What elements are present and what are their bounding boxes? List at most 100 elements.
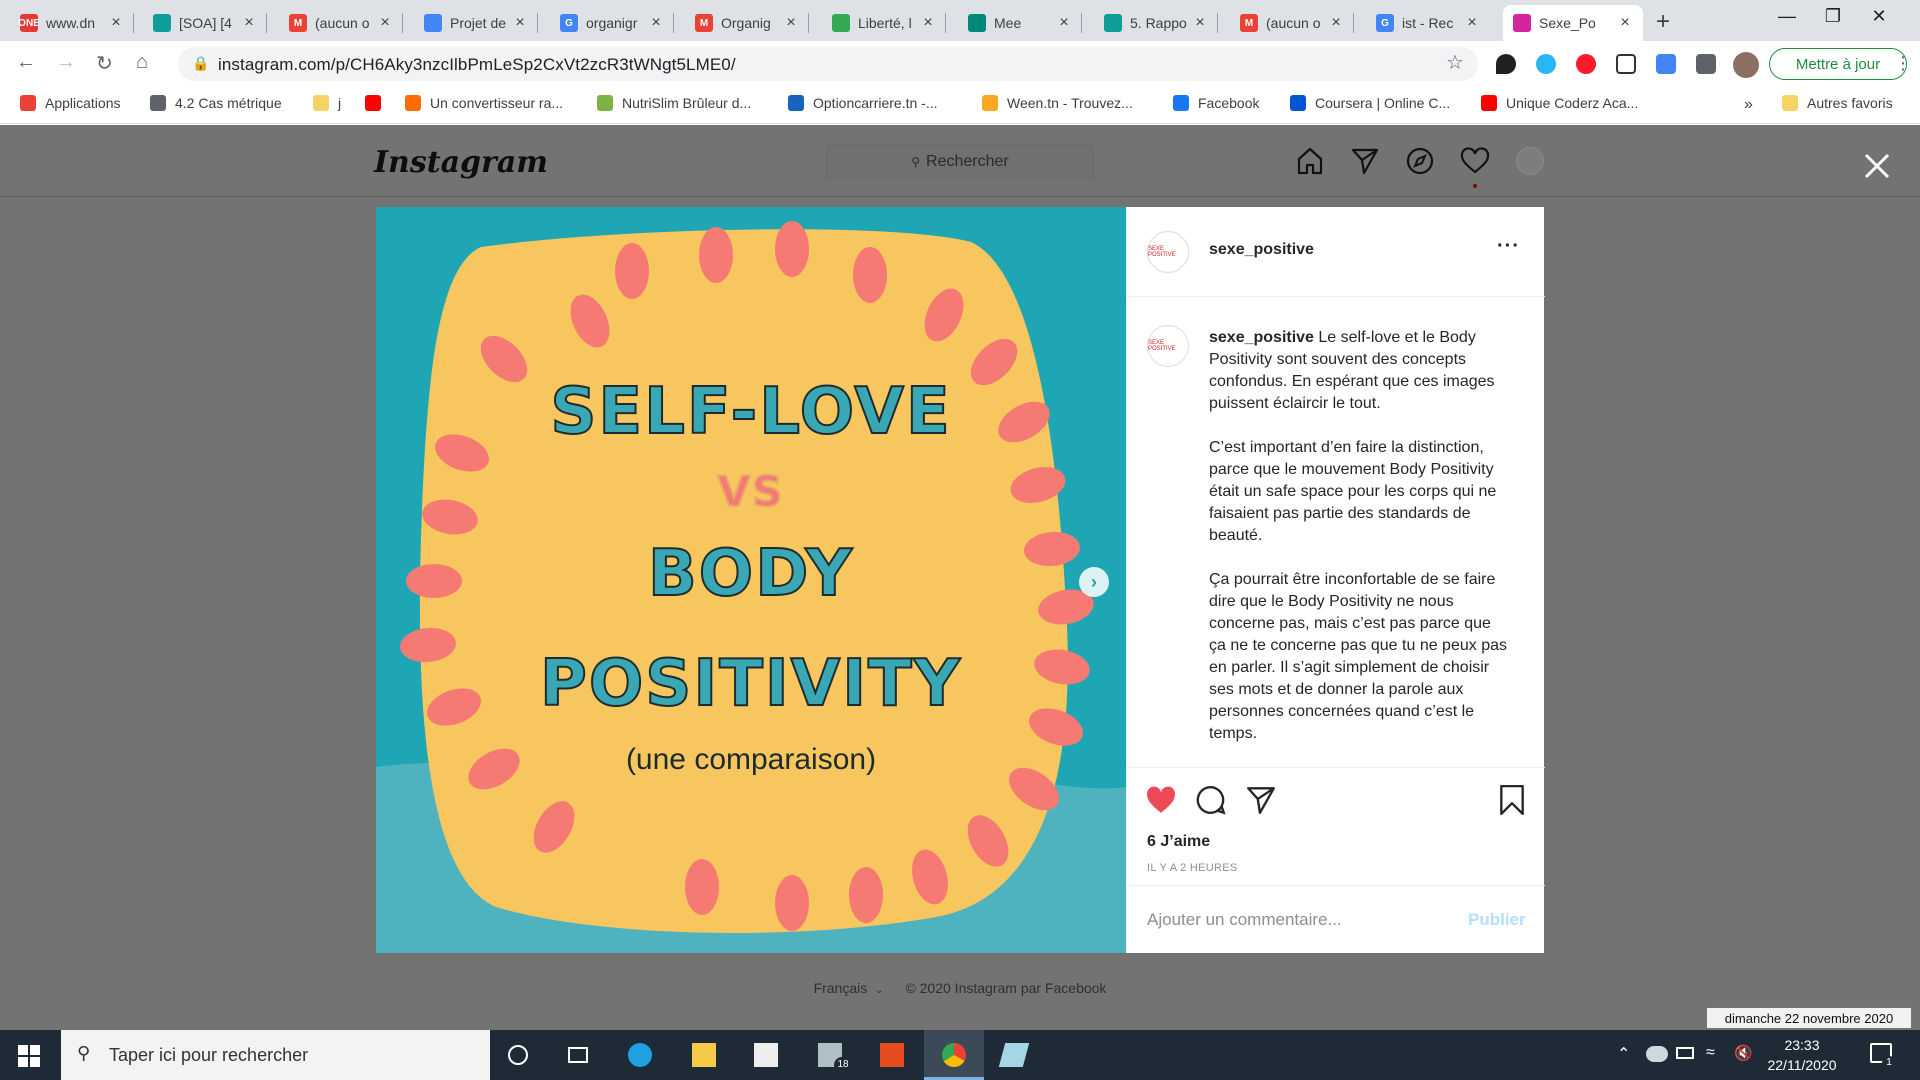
new-tab-button[interactable]: +	[1656, 8, 1670, 36]
tab-close-icon[interactable]: ×	[1056, 14, 1072, 32]
tab-close-icon[interactable]: ×	[1192, 14, 1208, 32]
search-input[interactable]: ⚲ Rechercher	[826, 144, 1094, 180]
more-bookmarks-button[interactable]: »	[1744, 96, 1753, 114]
browser-tab[interactable]: Sexe_Po ×	[1503, 5, 1643, 41]
chrome-menu-icon[interactable]: ⋮	[1894, 53, 1912, 74]
browser-tab[interactable]: 5. Rappo ×	[1094, 5, 1218, 41]
bookmark-item[interactable]: Ween.tn - Trouvez...	[982, 95, 1133, 111]
browser-tab[interactable]: Gorganigr ×	[550, 5, 674, 41]
battery-icon[interactable]	[1676, 1047, 1694, 1059]
google-translate-icon[interactable]	[1656, 54, 1676, 74]
browser-tab[interactable]: Mee ×	[958, 5, 1082, 41]
save-bookmark-icon[interactable]	[1497, 784, 1527, 816]
tab-close-icon[interactable]: ×	[648, 14, 664, 32]
next-image-arrow-icon[interactable]: ›	[1079, 567, 1109, 597]
browser-tab[interactable]: Liberté, l ×	[822, 5, 946, 41]
url-text[interactable]: instagram.com/p/CH6Aky3nzcIlbPmLeSp2CxVt…	[218, 55, 736, 75]
post-title-vs: VS	[717, 466, 785, 517]
tab-close-icon[interactable]: ×	[920, 14, 936, 32]
cortana-icon[interactable]	[508, 1045, 528, 1065]
instagram-logo[interactable]: Instagram	[374, 145, 548, 180]
reload-icon[interactable]: ↻	[96, 51, 113, 76]
browser-tab[interactable]: ONE www.dn ×	[10, 5, 134, 41]
bookmark-label: Applications	[45, 95, 121, 111]
task-view-icon[interactable]	[568, 1047, 588, 1063]
browser-tab[interactable]: M Organig ×	[685, 5, 809, 41]
close-window-button[interactable]: ✕	[1856, 6, 1902, 27]
extension-json-icon[interactable]	[1616, 54, 1636, 74]
more-options-icon[interactable]: ···	[1497, 235, 1520, 258]
clock[interactable]: 23:33 22/11/2020	[1752, 1035, 1852, 1075]
language-selector[interactable]: Français	[814, 980, 868, 996]
restore-button[interactable]: ❐	[1810, 6, 1856, 27]
forward-icon[interactable]: →	[56, 51, 76, 74]
wifi-icon[interactable]: ≈	[1706, 1044, 1715, 1062]
profile-avatar[interactable]	[1733, 52, 1759, 78]
bookmark-item[interactable]: Applications	[20, 95, 121, 111]
bookmark-item[interactable]: Facebook	[1173, 95, 1259, 111]
chrome-icon[interactable]	[942, 1043, 966, 1067]
minimize-button[interactable]: —	[1764, 6, 1810, 27]
profile-avatar[interactable]	[1516, 147, 1544, 175]
home-icon[interactable]	[1295, 146, 1325, 176]
windows-start-icon[interactable]	[18, 1045, 40, 1067]
edge-icon[interactable]	[628, 1043, 652, 1067]
browser-tab[interactable]: Gist - Rec ×	[1366, 5, 1490, 41]
extensions-puzzle-icon[interactable]	[1696, 54, 1716, 74]
bookmark-item[interactable]	[365, 95, 390, 111]
like-heart-icon[interactable]	[1145, 784, 1177, 816]
bookmark-item[interactable]: Unique Coderz Aca...	[1481, 95, 1638, 111]
bookmark-item[interactable]: 4.2 Cas métrique	[150, 95, 282, 111]
notepad-icon[interactable]	[998, 1043, 1030, 1067]
caption-username[interactable]: sexe_positive	[1209, 329, 1314, 346]
comment-input[interactable]: Ajouter un commentaire...	[1147, 910, 1342, 930]
avatar-logo-text: SEXE POSITIVE	[1148, 340, 1176, 352]
post-image[interactable]: SELF-LOVE VS BODY POSITIVITY (une compar…	[376, 207, 1126, 953]
publish-button[interactable]: Publier	[1468, 910, 1526, 930]
author-avatar[interactable]: SEXE POSITIVE	[1147, 231, 1189, 273]
browser-tab[interactable]: Projet de ×	[414, 5, 538, 41]
author-username[interactable]: sexe_positive	[1209, 241, 1314, 259]
bookmark-item[interactable]: NutriSlim Brûleur d...	[597, 95, 751, 111]
comment-icon[interactable]	[1195, 784, 1227, 816]
file-explorer-icon[interactable]	[692, 1043, 716, 1067]
volume-muted-icon[interactable]: 🔇	[1734, 1044, 1753, 1062]
onedrive-icon[interactable]	[1646, 1046, 1668, 1062]
back-icon[interactable]: ←	[16, 51, 36, 74]
tab-close-icon[interactable]: ×	[241, 14, 257, 32]
bookmark-item[interactable]: j	[313, 95, 341, 111]
extension-tag-icon[interactable]	[1496, 54, 1516, 74]
direct-message-icon[interactable]	[1350, 146, 1380, 176]
bookmark-item[interactable]: Coursera | Online C...	[1290, 95, 1450, 111]
bookmark-item[interactable]: Optioncarriere.tn -...	[788, 95, 938, 111]
home-icon[interactable]: ⌂	[136, 51, 148, 74]
store-icon[interactable]	[754, 1043, 778, 1067]
tab-close-icon[interactable]: ×	[1464, 14, 1480, 32]
browser-tab[interactable]: M (aucun o ×	[279, 5, 403, 41]
tab-close-icon[interactable]: ×	[512, 14, 528, 32]
tab-close-icon[interactable]: ×	[1328, 14, 1344, 32]
update-button[interactable]: Mettre à jour	[1769, 48, 1907, 80]
other-bookmarks-folder[interactable]: Autres favoris	[1782, 95, 1893, 111]
caption-avatar[interactable]: SEXE POSITIVE	[1147, 325, 1189, 367]
bookmark-star-icon[interactable]: ☆	[1446, 50, 1464, 75]
bookmark-item[interactable]: Un convertisseur ra...	[405, 95, 563, 111]
activity-heart-icon[interactable]	[1460, 146, 1490, 176]
close-icon[interactable]	[1862, 151, 1892, 181]
tab-close-icon[interactable]: ×	[377, 14, 393, 32]
browser-tab[interactable]: [SOA] [4 ×	[143, 5, 267, 41]
extension-search-icon[interactable]	[1536, 54, 1556, 74]
office-icon[interactable]	[880, 1043, 904, 1067]
tab-close-icon[interactable]: ×	[1617, 14, 1633, 32]
chevron-up-icon[interactable]: ⌃	[1617, 1044, 1630, 1064]
browser-tab[interactable]: M (aucun o ×	[1230, 5, 1354, 41]
tab-close-icon[interactable]: ×	[783, 14, 799, 32]
explore-compass-icon[interactable]	[1405, 146, 1435, 176]
share-icon[interactable]	[1245, 784, 1277, 816]
lock-icon[interactable]: 🔒	[192, 55, 209, 72]
like-count[interactable]: 6 J’aime	[1147, 833, 1210, 851]
tab-close-icon[interactable]: ×	[108, 14, 124, 32]
taskbar-search-input[interactable]: ⚲ Taper ici pour rechercher	[61, 1030, 490, 1080]
opera-icon[interactable]	[1576, 54, 1596, 74]
bookmark-favicon-icon	[150, 95, 166, 111]
